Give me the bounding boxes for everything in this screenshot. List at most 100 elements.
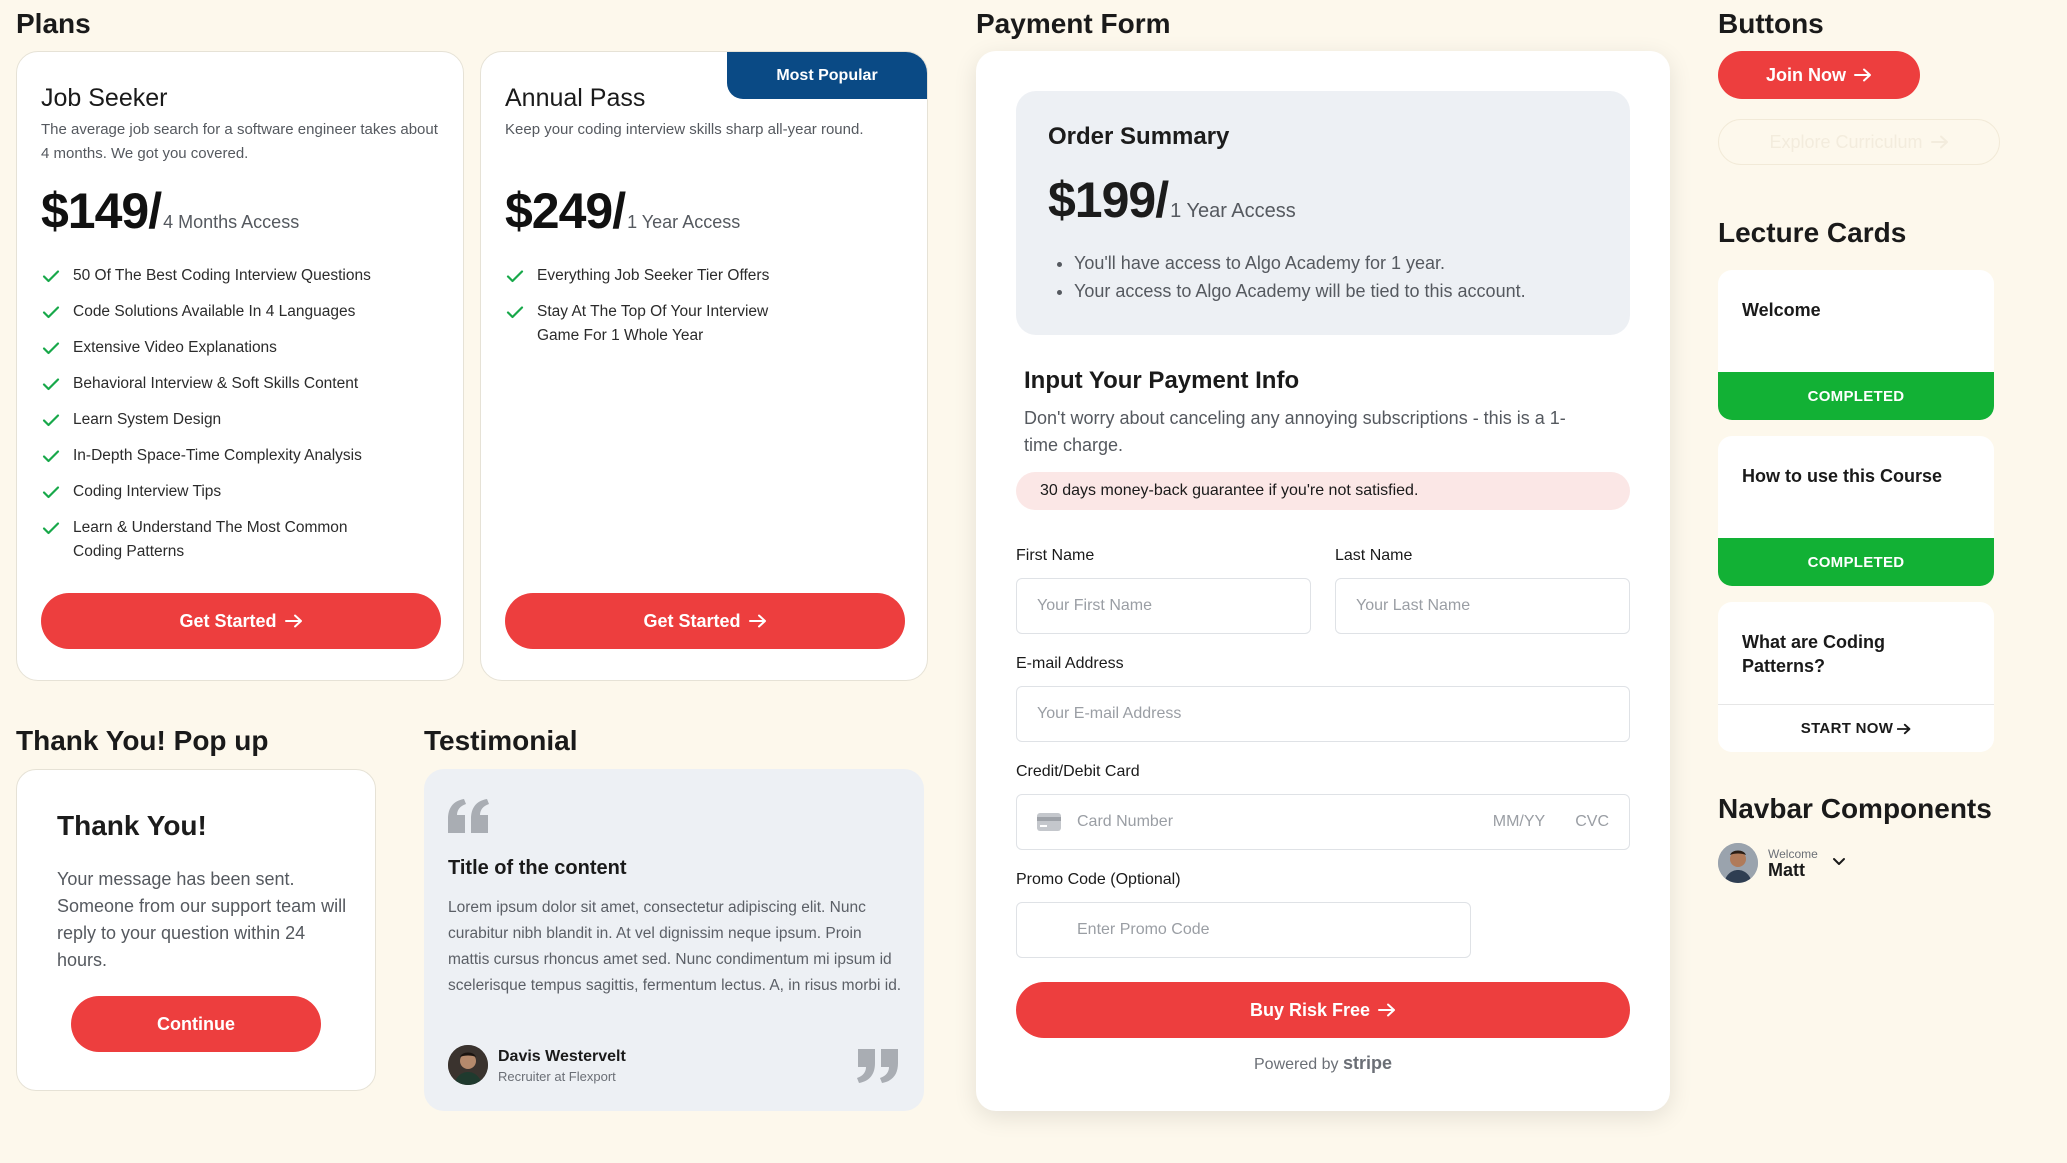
plan-price: $149/ 4 Months Access xyxy=(41,182,299,240)
plan-feature-text: Learn System Design xyxy=(73,411,222,428)
plan-price-amount: $149/ xyxy=(41,183,162,239)
arrow-right-icon xyxy=(748,614,766,628)
lecture-card[interactable]: Welcome COMPLETED xyxy=(1718,270,1994,420)
plan-feature: Code Solutions Available In 4 Languages xyxy=(41,300,441,324)
order-bullets: You'll have access to Algo Academy for 1… xyxy=(1074,249,1526,305)
avatar xyxy=(448,1045,488,1085)
plan-feature: 50 Of The Best Coding Interview Question… xyxy=(41,264,441,288)
plan-feature: Behavioral Interview & Soft Skills Conte… xyxy=(41,372,441,396)
lecture-card[interactable]: What are Coding Patterns? START NOW xyxy=(1718,602,1994,752)
section-title-payment-form: Payment Form xyxy=(976,8,1171,39)
lecture-title: How to use this Course xyxy=(1742,466,1943,486)
plan-feature: Extensive Video Explanations xyxy=(41,336,441,360)
plan-price: $249/ 1 Year Access xyxy=(505,182,740,240)
check-icon xyxy=(506,306,524,319)
navbar-user-name: Matt xyxy=(1768,860,1805,880)
chevron-down-icon[interactable] xyxy=(1832,857,1846,867)
lecture-card[interactable]: How to use this Course COMPLETED xyxy=(1718,436,1994,586)
plan-description: The average job search for a software en… xyxy=(41,121,438,162)
thank-you-title: Thank You! xyxy=(57,810,207,841)
plan-price-period: 4 Months Access xyxy=(163,212,300,232)
plan-name: Annual Pass xyxy=(505,84,646,112)
check-icon xyxy=(42,342,60,355)
plan-description: Keep your coding interview skills sharp … xyxy=(505,121,864,138)
testimonial-body: Lorem ipsum dolor sit amet, consectetur … xyxy=(448,899,902,994)
card-number-field[interactable]: Card Number MM/YY CVC xyxy=(1016,794,1630,850)
first-name-field[interactable]: Your First Name xyxy=(1016,578,1311,634)
order-bullet: You'll have access to Algo Academy for 1… xyxy=(1074,249,1526,277)
check-icon xyxy=(42,270,60,283)
arrow-right-icon xyxy=(1854,68,1871,82)
thank-you-popup: Thank You! Your message has been sent. S… xyxy=(16,769,376,1091)
powered-by: Powered by stripe xyxy=(976,1053,1670,1074)
credit-card-icon xyxy=(1037,813,1061,831)
last-name-field[interactable]: Your Last Name xyxy=(1335,578,1630,634)
check-icon xyxy=(42,522,60,535)
plan-feature: Everything Job Seeker Tier Offers xyxy=(505,264,905,288)
plan-feature: In-Depth Space-Time Complexity Analysis xyxy=(41,444,441,468)
plan-price-period: 1 Year Access xyxy=(627,212,741,232)
get-started-label: Get Started xyxy=(179,610,277,631)
start-now-button[interactable]: START NOW xyxy=(1718,704,1994,752)
first-name-label: First Name xyxy=(1016,547,1095,564)
section-title-plans: Plans xyxy=(16,8,91,39)
email-label: E-mail Address xyxy=(1016,655,1124,672)
order-price-amount: $199/ xyxy=(1048,172,1169,228)
lecture-title: Welcome xyxy=(1742,300,1821,320)
section-title-buttons: Buttons xyxy=(1718,8,1824,39)
plan-price-amount: $249/ xyxy=(505,183,626,239)
join-now-button[interactable]: Join Now xyxy=(1718,51,1920,99)
plan-name: Job Seeker xyxy=(41,84,168,112)
payment-info-title: Input Your Payment Info xyxy=(1024,367,1300,394)
check-icon xyxy=(42,414,60,427)
get-started-button[interactable]: Get Started xyxy=(41,593,441,649)
order-summary-title: Order Summary xyxy=(1048,123,1230,150)
navbar-welcome-text: Welcome xyxy=(1768,847,1818,861)
check-icon xyxy=(42,486,60,499)
plan-feature: Stay At The Top Of Your Interview Game F… xyxy=(505,300,905,348)
promo-code-field[interactable]: Enter Promo Code xyxy=(1016,902,1471,958)
stripe-logo: stripe xyxy=(1342,1053,1392,1073)
plan-feature-text: Coding Interview Tips xyxy=(73,483,222,500)
order-price: $199/ 1 Year Access xyxy=(1048,171,1296,229)
card-expiry-placeholder[interactable]: MM/YY xyxy=(1493,813,1545,831)
plan-feature-text: In-Depth Space-Time Complexity Analysis xyxy=(73,447,362,464)
plan-feature-text: Code Solutions Available In 4 Languages xyxy=(73,303,356,320)
testimonial-author: Davis Westervelt xyxy=(498,1048,626,1065)
promo-code-placeholder: Enter Promo Code xyxy=(1077,921,1210,938)
avatar[interactable] xyxy=(1718,843,1758,883)
plan-feature-list: Everything Job Seeker Tier Offers Stay A… xyxy=(505,264,905,360)
quote-open-icon xyxy=(448,799,489,833)
continue-button[interactable]: Continue xyxy=(71,996,321,1052)
thank-you-message: Your message has been sent. Someone from… xyxy=(57,869,347,970)
card-cvc-placeholder[interactable]: CVC xyxy=(1575,813,1609,831)
buy-risk-free-button[interactable]: Buy Risk Free xyxy=(1016,982,1630,1038)
plan-feature-text: Learn & Understand The Most Common Codin… xyxy=(73,519,348,560)
email-placeholder: Your E-mail Address xyxy=(1037,705,1182,722)
guarantee-banner: 30 days money-back guarantee if you're n… xyxy=(1016,472,1630,510)
testimonial-role: Recruiter at Flexport xyxy=(498,1069,616,1084)
buy-risk-free-label: Buy Risk Free xyxy=(1249,999,1371,1020)
last-name-label: Last Name xyxy=(1335,547,1413,564)
arrow-right-icon xyxy=(1378,1003,1396,1017)
card-number-placeholder: Card Number xyxy=(1077,813,1174,830)
plan-feature-list: 50 Of The Best Coding Interview Question… xyxy=(41,264,441,576)
arrow-right-icon xyxy=(1897,723,1911,734)
promo-label: Promo Code (Optional) xyxy=(1016,871,1181,888)
get-started-button[interactable]: Get Started xyxy=(505,593,905,649)
explore-curriculum-button[interactable]: Explore Curriculum xyxy=(1718,119,2000,165)
payment-form-card: Order Summary $199/ 1 Year Access You'll… xyxy=(976,51,1670,1111)
check-icon xyxy=(42,306,60,319)
email-field[interactable]: Your E-mail Address xyxy=(1016,686,1630,742)
arrow-right-icon xyxy=(1930,135,1948,149)
check-icon xyxy=(506,270,524,283)
section-title-thank-you: Thank You! Pop up xyxy=(16,725,269,756)
quote-close-icon xyxy=(857,1049,898,1083)
last-name-placeholder: Your Last Name xyxy=(1356,597,1471,614)
plan-feature-text: 50 Of The Best Coding Interview Question… xyxy=(73,267,371,284)
get-started-label: Get Started xyxy=(643,610,741,631)
start-now-label: START NOW xyxy=(1800,720,1894,737)
check-icon xyxy=(42,450,60,463)
plan-feature-text: Everything Job Seeker Tier Offers xyxy=(537,267,770,284)
order-bullet: Your access to Algo Academy will be tied… xyxy=(1074,277,1526,305)
